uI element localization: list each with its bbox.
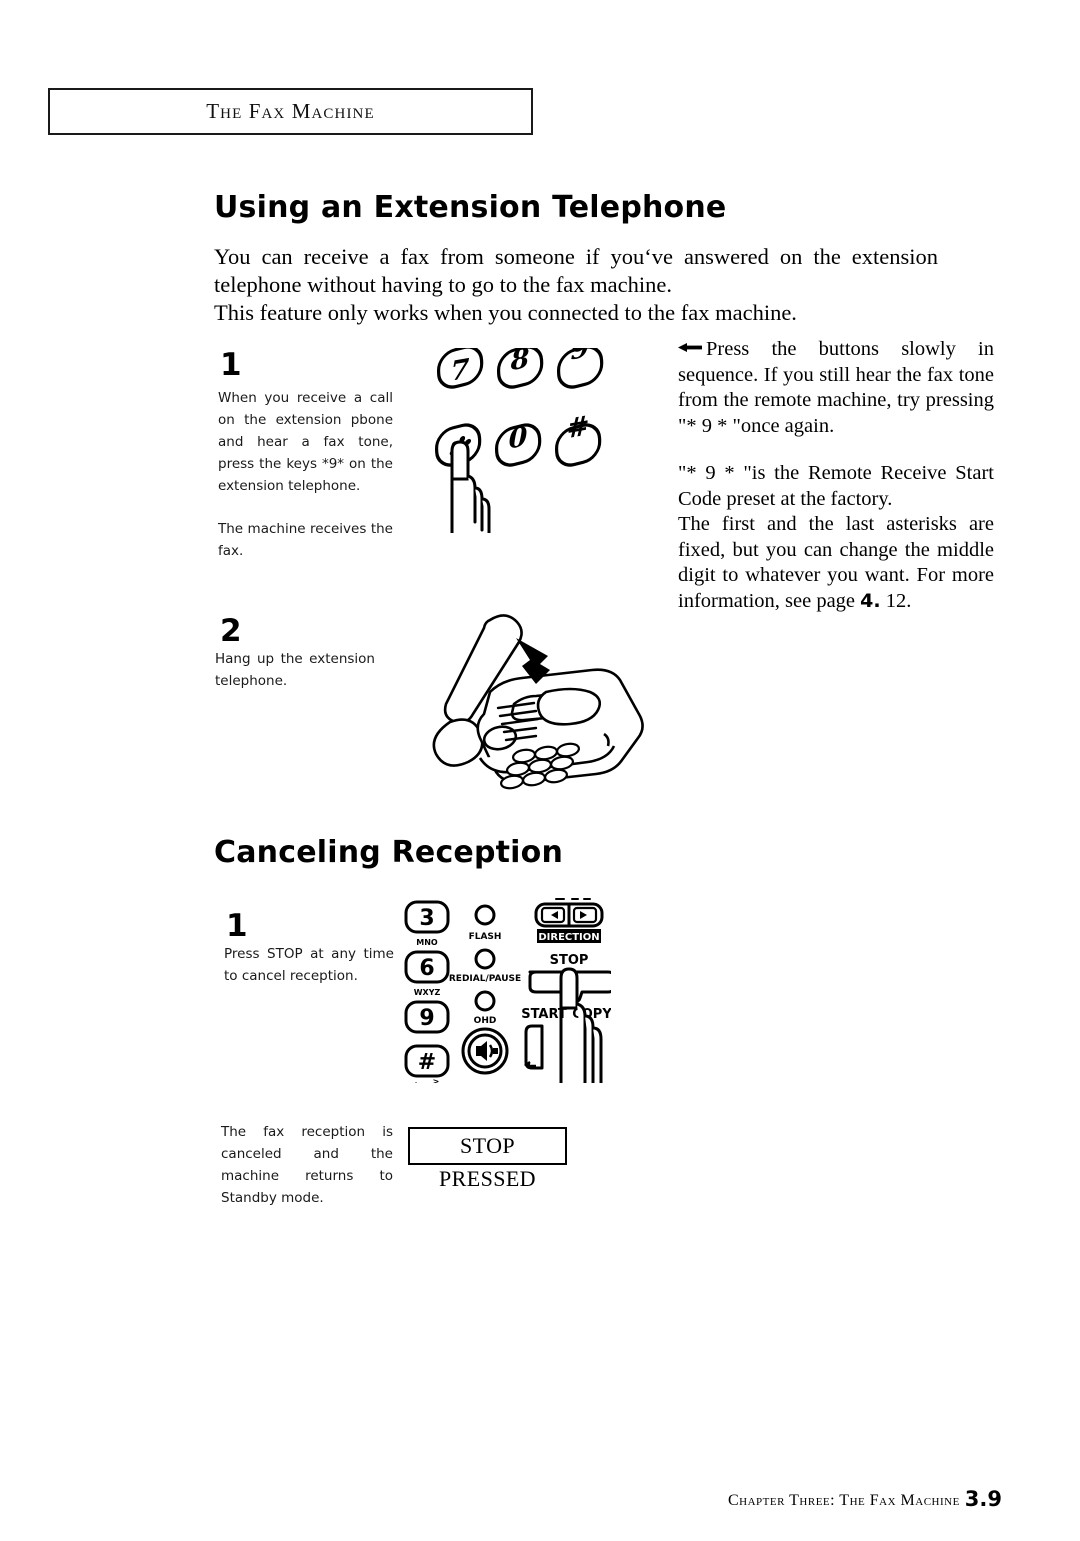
svg-text:#: # [418,1050,436,1075]
left-arrow-icon [678,343,702,352]
sidenote-text-2b: The first and the last asterisks are fix… [678,513,994,612]
svg-text:OHD: OHD [474,1016,497,1026]
running-header-box: The Fax Machine [48,88,533,135]
step-number-2: 2 [220,613,242,649]
telephone-keypad-illustration: 7 8 9 ✻ 0 # [432,348,627,533]
cancel-step-number-1: 1 [226,908,248,944]
svg-text:6: 6 [419,956,434,981]
svg-text:3: 3 [419,906,434,931]
svg-text:9: 9 [419,1006,434,1031]
intro-line-1: You can receive a fax from someone if yo… [214,244,938,297]
intro-paragraph-extension: You can receive a fax from someone if yo… [214,243,938,327]
sidenote-text-2a: "* 9 * "is the Remote Receive Start Code… [678,462,994,510]
lcd-display-text: STOP PRESSED [439,1133,536,1191]
lcd-display-box: STOP PRESSED [408,1127,567,1191]
page-reference-page: 12. [880,589,912,612]
svg-text:STOP: STOP [550,953,589,968]
step-number-1: 1 [220,347,242,383]
svg-text:>: > [433,1077,440,1083]
svg-text:FLASH: FLASH [469,932,502,942]
footer-page-number: 3.9 [964,1487,1002,1511]
step-1-result: The machine receives the fax. [218,521,393,559]
section-heading-canceling: Canceling Reception [214,835,564,870]
svg-text:DIRECTION: DIRECTION [538,932,599,943]
svg-text:MNO: MNO [416,938,438,947]
section-heading-extension: Using an Extension Telephone [214,190,727,225]
svg-text:0: 0 [509,420,528,455]
svg-text:REDIAL/PAUSE: REDIAL/PAUSE [449,974,521,984]
cancel-step-1-caption: Press STOP at any time to cancel recepti… [224,946,394,984]
document-page: The Fax Machine Using an Extension Telep… [0,0,1080,1541]
control-panel-illustration: 3 6 9 # MNO WXYZ , > FLASH REDIAL/PAUSE … [396,898,611,1083]
step-1-caption: When you receive a call on the extension… [218,390,393,494]
footer-chapter-text: Chapter Three: The Fax Machine [727,1492,960,1509]
sidenote-extension: Press the buttons slowly in sequence. If… [678,337,994,614]
svg-text:8: 8 [510,348,530,377]
desk-telephone-illustration [418,608,660,798]
step-2-caption: Hang up the extension telephone. [215,651,375,689]
svg-text:#: # [567,409,590,445]
svg-text:7: 7 [451,353,470,388]
cancel-step-1-result: The fax reception is canceled and the ma… [221,1124,393,1206]
page-reference-chapter: 4. [860,589,881,612]
intro-line-2: This feature only works when you connect… [214,300,797,325]
svg-text:,: , [414,1077,417,1083]
running-header-text: The Fax Machine [206,99,375,123]
sidenote-paragraph-2: "* 9 * "is the Remote Receive Start Code… [678,461,994,614]
sidenote-paragraph-1: Press the buttons slowly in sequence. If… [678,337,994,439]
sidenote-text-1: Press the buttons slowly in sequence. If… [678,338,994,437]
page-footer: Chapter Three: The Fax Machine 3.9 [0,1487,1002,1511]
svg-text:WXYZ: WXYZ [414,988,441,997]
